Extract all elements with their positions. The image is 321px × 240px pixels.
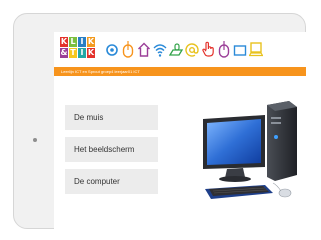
home-icon[interactable]: [137, 40, 151, 58]
logo-letter: &: [60, 48, 68, 58]
mouse: [272, 182, 292, 198]
at-sign-icon[interactable]: [185, 40, 199, 58]
icon-toolbar: [105, 40, 263, 58]
mouse-icon[interactable]: [217, 40, 231, 58]
monitor: [203, 115, 265, 182]
desktop-computer-illustration: [201, 97, 301, 212]
keyboard: [205, 185, 273, 199]
logo-top-row: K L I K: [60, 37, 95, 47]
monitor-icon[interactable]: [249, 40, 263, 58]
logo-letter: T: [69, 48, 77, 58]
topic-menu: De muis Het beeldscherm De computer: [65, 105, 158, 201]
wifi-icon[interactable]: [153, 40, 167, 58]
logo-letter: K: [60, 37, 68, 47]
page: K L I K & T I K Leerlijn ICT en Sprout g…: [0, 0, 321, 240]
header-bar: Leerlijn ICT en Sprout groep4 leerjaar01…: [54, 67, 306, 76]
pointer-hand-icon[interactable]: [201, 40, 215, 58]
tagline: Leerlijn ICT en Sprout groep4 leerjaar01…: [61, 69, 140, 74]
logo-letter: L: [69, 37, 77, 47]
logo-letter: I: [78, 48, 86, 58]
home-button[interactable]: [33, 138, 37, 142]
mouse-icon[interactable]: [121, 40, 135, 58]
app-screen: K L I K & T I K Leerlijn ICT en Sprout g…: [54, 32, 306, 229]
mouse-pad-icon[interactable]: [169, 40, 183, 58]
gear-icon[interactable]: [105, 40, 119, 58]
klik-tik-logo[interactable]: K L I K & T I K: [60, 37, 100, 65]
logo-letter: I: [78, 37, 86, 47]
menu-button-het-beeldscherm[interactable]: Het beeldscherm: [65, 137, 158, 162]
logo-bottom-row: & T I K: [60, 48, 95, 58]
logo-letter: K: [87, 48, 95, 58]
logo-letter: K: [87, 37, 95, 47]
computer-drawing: [203, 101, 297, 199]
tower: [267, 101, 297, 181]
window-icon[interactable]: [233, 40, 247, 58]
menu-button-de-muis[interactable]: De muis: [65, 105, 158, 130]
menu-button-de-computer[interactable]: De computer: [65, 169, 158, 194]
tablet-frame: K L I K & T I K Leerlijn ICT en Sprout g…: [13, 13, 306, 229]
